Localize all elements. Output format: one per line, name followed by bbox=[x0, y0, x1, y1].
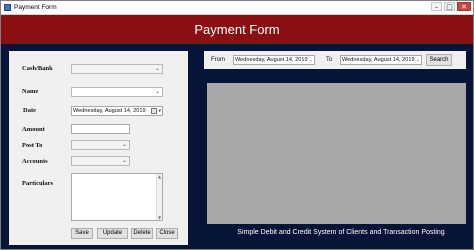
from-label: From bbox=[211, 57, 225, 63]
to-label: To bbox=[326, 57, 333, 63]
app-icon bbox=[4, 4, 11, 11]
chevron-down-icon: ⌄ bbox=[154, 65, 160, 72]
cash-bank-select[interactable]: ⌄ bbox=[71, 64, 163, 74]
name-label: Name bbox=[22, 88, 39, 95]
title-bar: Payment Form – □ ✕ bbox=[1, 1, 473, 15]
footer-caption: Simple Debit and Credit System of Client… bbox=[237, 229, 445, 236]
particulars-label: Particulars bbox=[22, 180, 54, 187]
header-band: Payment Form bbox=[1, 15, 473, 44]
accounts-label: Accounts bbox=[22, 158, 48, 165]
close-window-button[interactable]: ✕ bbox=[457, 2, 471, 11]
payment-form-window: Payment Form – □ ✕ Payment Form Cash/Ban… bbox=[0, 0, 474, 250]
post-to-select[interactable]: ⌄ bbox=[71, 140, 130, 150]
amount-input[interactable] bbox=[71, 124, 130, 134]
accounts-select[interactable]: ⌄ bbox=[71, 156, 130, 166]
minimize-button[interactable]: – bbox=[431, 2, 442, 11]
delete-button[interactable]: Delete bbox=[131, 228, 153, 239]
chevron-down-icon: ⌄ bbox=[121, 141, 127, 148]
date-label: Date bbox=[23, 107, 36, 114]
close-button[interactable]: Close bbox=[156, 228, 178, 239]
chevron-down-icon[interactable]: ▾ bbox=[158, 107, 161, 115]
post-to-label: Post To bbox=[22, 142, 43, 149]
date-filter-bar: From Wednesday, August 14, 2019 ⌄ To Wed… bbox=[204, 51, 466, 69]
chevron-down-icon[interactable]: ⌄ bbox=[416, 56, 420, 64]
particulars-scrollbar[interactable]: ▲ ▼ bbox=[156, 174, 162, 220]
save-button[interactable]: Save bbox=[71, 228, 93, 239]
chevron-down-icon: ⌄ bbox=[154, 88, 160, 95]
transactions-display-area[interactable] bbox=[207, 83, 466, 224]
date-picker-value: Wednesday, August 14, 2019 bbox=[73, 108, 146, 114]
from-date-picker[interactable]: Wednesday, August 14, 2019 ⌄ bbox=[233, 55, 315, 65]
chevron-down-icon: ⌄ bbox=[121, 157, 127, 164]
maximize-button[interactable]: □ bbox=[444, 2, 455, 11]
cash-bank-label: Cash/Bank bbox=[22, 65, 53, 72]
calendar-icon[interactable] bbox=[151, 108, 157, 114]
payment-entry-panel: Cash/Bank ⌄ Name ⌄ Date Wednesday, Augus… bbox=[9, 51, 188, 245]
search-button[interactable]: Search bbox=[426, 54, 452, 66]
to-date-picker[interactable]: Wednesday, August 14, 2019 ⌄ bbox=[340, 55, 422, 65]
page-title: Payment Form bbox=[194, 22, 280, 37]
amount-label: Amount bbox=[22, 126, 45, 133]
particulars-textarea[interactable]: ▲ ▼ bbox=[71, 173, 163, 221]
window-title: Payment Form bbox=[14, 4, 57, 11]
update-button[interactable]: Update bbox=[97, 228, 128, 239]
chevron-down-icon[interactable]: ⌄ bbox=[309, 56, 313, 64]
name-select[interactable]: ⌄ bbox=[71, 87, 163, 97]
to-date-value: Wednesday, August 14, 2019 bbox=[342, 57, 415, 63]
from-date-value: Wednesday, August 14, 2019 bbox=[235, 57, 308, 63]
scroll-up-icon[interactable]: ▲ bbox=[157, 174, 162, 179]
scroll-down-icon[interactable]: ▼ bbox=[157, 215, 162, 220]
date-picker[interactable]: Wednesday, August 14, 2019 ▾ bbox=[71, 106, 163, 116]
